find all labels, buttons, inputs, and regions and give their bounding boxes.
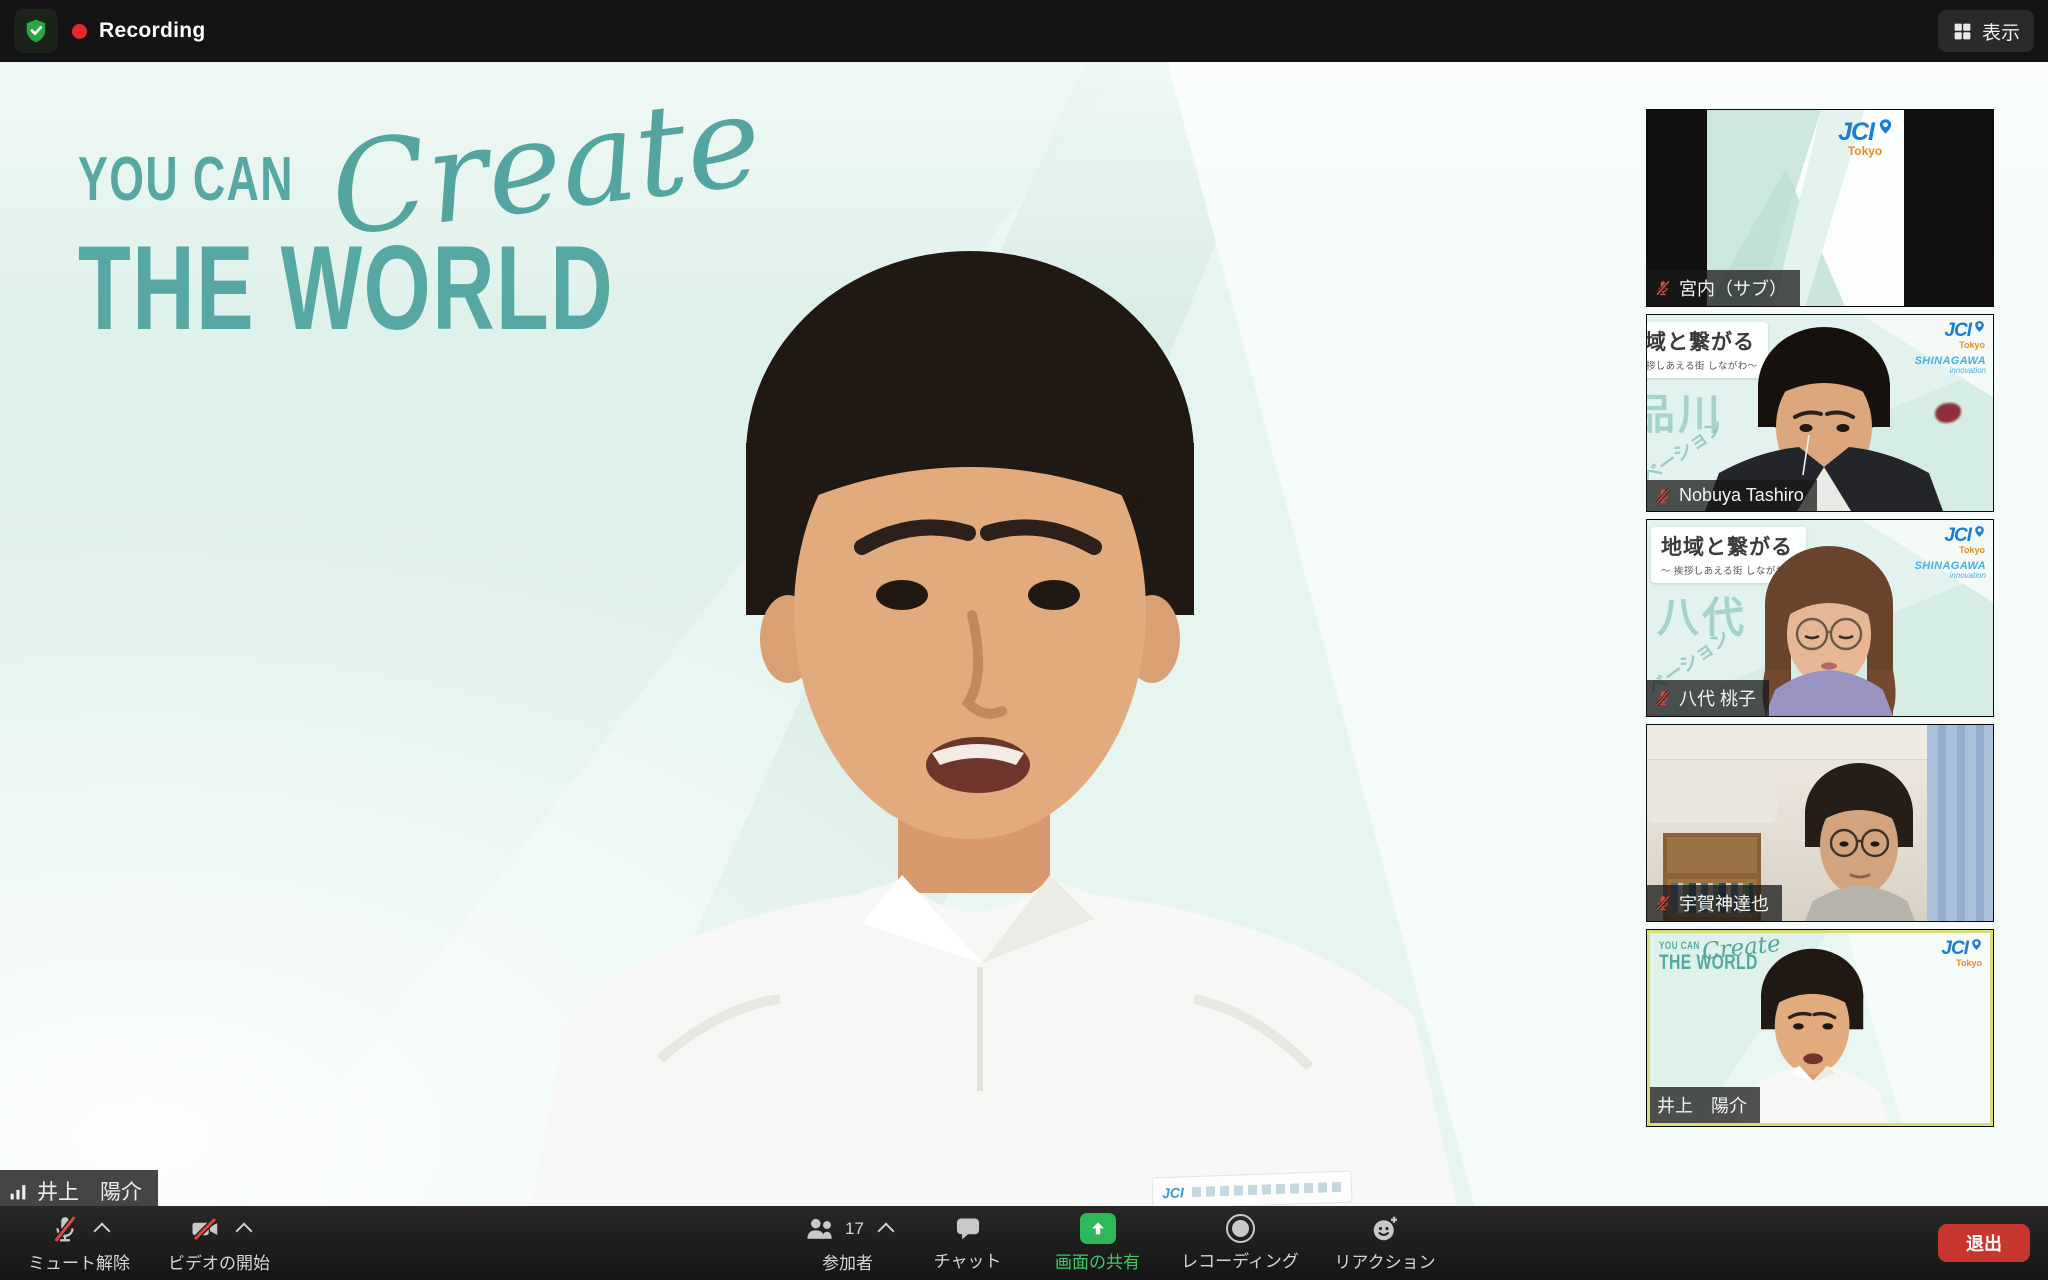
share-screen-button[interactable]: 画面の共有 bbox=[1030, 1211, 1165, 1275]
reactions-smiley-icon bbox=[1370, 1214, 1400, 1244]
participant-name-label: 八代 桃子 bbox=[1647, 680, 1769, 716]
share-screen-icon bbox=[1080, 1213, 1116, 1244]
participants-count: 17 bbox=[845, 1219, 864, 1239]
jci-tokyo-logo: JCI Tokyo bbox=[1838, 118, 1894, 158]
participant-tile[interactable]: JCI Tokyo bbox=[1647, 110, 1993, 306]
muted-mic-icon bbox=[1654, 487, 1672, 505]
muted-mic-icon bbox=[50, 1214, 80, 1244]
speaker-portrait bbox=[470, 219, 1590, 1206]
record-icon bbox=[1226, 1214, 1255, 1243]
participant-name: 宮内（サブ） bbox=[1679, 275, 1787, 301]
participant-name-label: 宇賀神達也 bbox=[1647, 885, 1782, 921]
meeting-toolbar: ミュート解除 ビデオの開始 bbox=[0, 1206, 2048, 1280]
zoom-meeting-window: Recording 表示 YOU CAN THE WORLD Create bbox=[0, 0, 2048, 1280]
meeting-actions: 17 参加者 チャット 画面の共有 bbox=[790, 1206, 1455, 1280]
shirt-name-tag-text bbox=[1192, 1182, 1342, 1197]
audio-level-icon bbox=[9, 1182, 28, 1201]
muted-mic-icon bbox=[1654, 894, 1672, 912]
unmute-label: ミュート解除 bbox=[28, 1249, 130, 1274]
video-off-icon bbox=[188, 1214, 222, 1244]
participant-name-label: 井上 陽介 bbox=[1650, 1087, 1760, 1123]
chat-icon bbox=[953, 1215, 983, 1243]
participants-icon bbox=[803, 1215, 837, 1243]
gallery-view-icon bbox=[1952, 21, 1973, 42]
unmute-button[interactable]: ミュート解除 bbox=[24, 1211, 134, 1276]
audio-options-chevron-icon[interactable] bbox=[94, 1222, 111, 1239]
participant-name: 宇賀神達也 bbox=[1679, 890, 1769, 916]
video-options-chevron-icon[interactable] bbox=[236, 1222, 253, 1239]
leave-meeting-button[interactable]: 退出 bbox=[1938, 1224, 2030, 1262]
chat-button[interactable]: チャット bbox=[905, 1213, 1030, 1274]
audio-video-controls: ミュート解除 ビデオの開始 bbox=[24, 1206, 274, 1280]
participant-tile[interactable]: 宇賀神達也 bbox=[1647, 725, 1993, 921]
participant-name: Nobuya Tashiro bbox=[1679, 485, 1804, 506]
muted-mic-icon bbox=[1654, 279, 1672, 297]
shirt-name-tag: JCI bbox=[1152, 1171, 1353, 1206]
security-shield-button[interactable] bbox=[14, 9, 58, 53]
meeting-topbar: Recording 表示 bbox=[0, 0, 2048, 62]
reactions-button[interactable]: リアクション bbox=[1315, 1212, 1455, 1275]
participant-name-label: 宮内（サブ） bbox=[1647, 270, 1800, 306]
recording-dot-icon bbox=[72, 24, 87, 39]
active-speaker-name-label: 井上 陽介 bbox=[0, 1170, 158, 1206]
participant-name: 八代 桃子 bbox=[1679, 685, 1756, 711]
shield-check-icon bbox=[23, 18, 49, 44]
record-button[interactable]: レコーディング bbox=[1165, 1212, 1315, 1274]
recording-indicator[interactable]: Recording bbox=[72, 0, 206, 62]
participant-tile[interactable]: 地域と繋がる ～ 挨拶しあえる街 しながわ～ 品川 ベーション JCI Toky… bbox=[1647, 315, 1993, 511]
participants-chevron-icon[interactable] bbox=[877, 1222, 894, 1239]
participants-label: 参加者 bbox=[822, 1249, 873, 1274]
start-video-label: ビデオの開始 bbox=[168, 1249, 270, 1274]
recording-label: Recording bbox=[99, 19, 206, 43]
reactions-label: リアクション bbox=[1334, 1248, 1435, 1273]
chat-label: チャット bbox=[934, 1247, 1002, 1272]
record-label: レコーディング bbox=[1181, 1247, 1299, 1272]
participants-button[interactable]: 17 参加者 bbox=[790, 1211, 905, 1276]
muted-mic-icon bbox=[1654, 689, 1672, 707]
start-video-button[interactable]: ビデオの開始 bbox=[164, 1211, 274, 1276]
jci-pin-icon bbox=[1877, 118, 1894, 135]
shirt-name-tag-logo: JCI bbox=[1162, 1184, 1184, 1201]
participant-name: 井上 陽介 bbox=[1657, 1092, 1747, 1118]
view-button[interactable]: 表示 bbox=[1938, 10, 2034, 52]
participant-name-label: Nobuya Tashiro bbox=[1647, 480, 1817, 511]
participant-tile[interactable]: 地域と繋がる ～ 挨拶しあえる街 しながわ～ 八代 ベーション JCI Toky… bbox=[1647, 520, 1993, 716]
participants-filmstrip: JCI Tokyo bbox=[1647, 110, 1993, 1126]
share-screen-label: 画面の共有 bbox=[1055, 1248, 1140, 1273]
participant-tile-active-speaker[interactable]: YOU CAN THE WORLD Create JCI Tokyo bbox=[1647, 930, 1993, 1126]
view-button-label: 表示 bbox=[1982, 18, 2020, 45]
jci-logo-text: JCI bbox=[1838, 118, 1874, 147]
active-speaker-name: 井上 陽介 bbox=[37, 1176, 142, 1206]
